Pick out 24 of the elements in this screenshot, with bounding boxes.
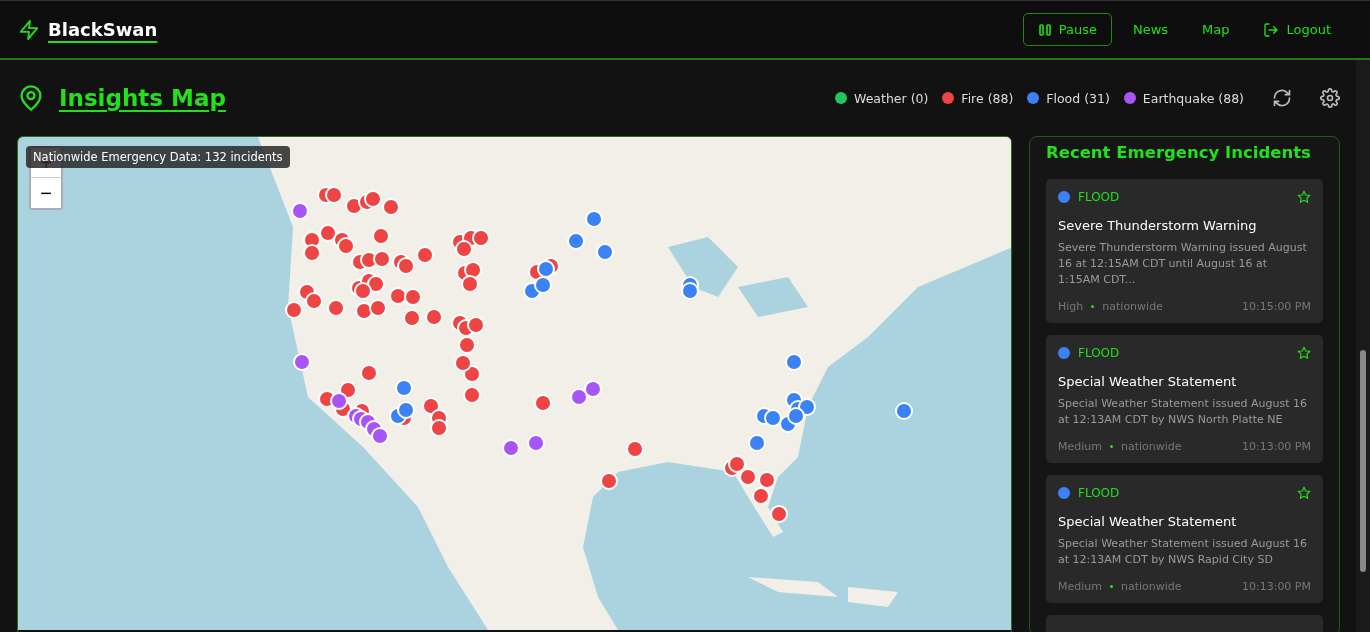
- incident-title: Special Weather Statement: [1058, 374, 1238, 389]
- legend-label: Fire (88): [961, 90, 1014, 106]
- legend-label: Weather (0): [854, 90, 929, 106]
- incident-severity: High: [1058, 300, 1084, 313]
- page-title: Insights Map: [59, 85, 226, 111]
- incident-time: 10:13:00 PM: [1241, 580, 1311, 593]
- incident-severity: Medium: [1058, 580, 1102, 593]
- legend-label: Flood (31): [1046, 90, 1110, 106]
- panel-title: Recent Emergency Incidents: [1046, 143, 1312, 162]
- incident-description: Special Weather Statement issued August 16 at 12:13AM CDT by NWS North Platte NE: [1058, 396, 1309, 428]
- incident-type: FLOOD: [1078, 346, 1120, 360]
- incident-title: Special Weather Statement: [1058, 514, 1238, 529]
- incident-scope: nationwide: [1121, 580, 1182, 593]
- incident-scope: nationwide: [1102, 300, 1163, 313]
- incident-severity: Medium: [1058, 440, 1102, 453]
- incident-scope: nationwide: [1121, 440, 1182, 453]
- incident-title: Severe Thunderstorm Warning: [1058, 218, 1258, 233]
- incident-description: Special Weather Statement issued August 16 at 12:13AM CDT by NWS Rapid City SD: [1058, 536, 1309, 568]
- incident-time: 10:15:00 PM: [1241, 300, 1311, 313]
- legend-label: Earthquake (88): [1142, 90, 1244, 106]
- incident-description: Severe Thunderstorm Warning issued August 16 at 12:15AM CDT until August 16 at 1:15AM CDT...: [1058, 240, 1308, 288]
- incident-type: FLOOD: [1078, 486, 1120, 500]
- incident-type: FLOOD: [1078, 190, 1120, 204]
- incident-time: 10:13:00 PM: [1241, 440, 1311, 453]
